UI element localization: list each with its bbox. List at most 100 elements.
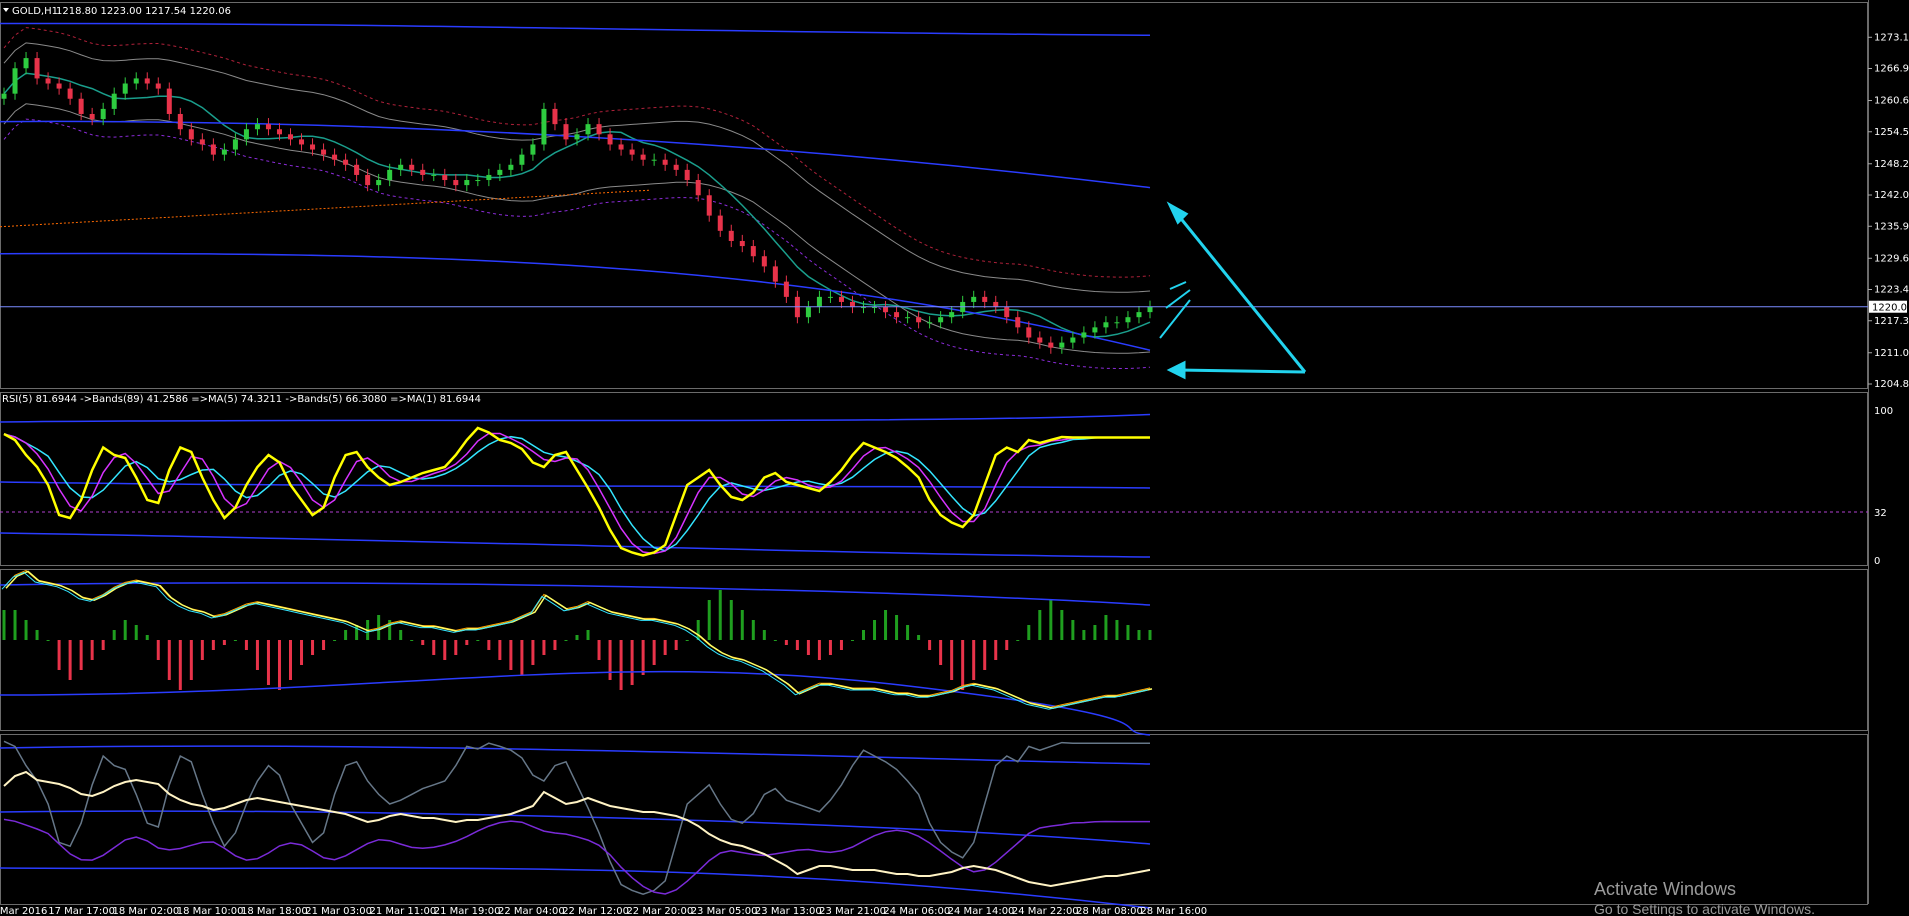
x-tick-label: 22 Mar 20:00 (626, 906, 693, 916)
macd-bar (873, 620, 877, 640)
candle-body (750, 246, 756, 257)
candle-body (276, 129, 282, 135)
candle-body (177, 113, 183, 130)
macd-bar (1016, 640, 1020, 641)
watermark-line1: Activate Windows (1594, 879, 1736, 899)
candle-body (420, 169, 426, 175)
macd-bar (255, 640, 259, 670)
macd-bar (1038, 610, 1042, 640)
macd-bar (862, 630, 865, 640)
macd-bar (498, 640, 502, 660)
macd-bar (476, 640, 480, 641)
candle-body (155, 83, 161, 89)
candle-body (288, 134, 293, 140)
macd-bar (355, 625, 359, 640)
macd-bar (233, 640, 237, 641)
candle-body (717, 215, 723, 231)
macd-bar (222, 640, 226, 645)
price-tick-label: 1248.20 (1874, 159, 1909, 170)
candle-body (673, 164, 679, 170)
candle-body (243, 129, 249, 140)
x-tick-label: 24 Mar 14:00 (948, 906, 1015, 916)
rsi-tick-label: 32 (1874, 508, 1887, 519)
candle-body (442, 174, 448, 181)
x-tick-label: 28 Mar 16:00 (1140, 906, 1207, 916)
macd-bar (24, 620, 28, 640)
macd-bar (1126, 625, 1130, 640)
candle-body (1103, 322, 1109, 328)
candle-body (45, 78, 51, 84)
candle-body (343, 159, 349, 165)
macd-bar (46, 640, 50, 641)
price-tick-label: 1273.10 (1874, 32, 1909, 43)
candle-body (1081, 332, 1087, 338)
x-tick-label: 21 Mar 19:00 (434, 906, 501, 916)
price-tick-label: 1242.05 (1874, 190, 1909, 201)
macd-bar (707, 600, 711, 640)
candle-body (453, 180, 459, 186)
macd-bar (906, 625, 910, 640)
candle-body (1125, 317, 1131, 323)
candle-body (596, 124, 602, 135)
price-tick-label: 1254.50 (1874, 127, 1909, 138)
candle-body (1, 93, 7, 99)
candle-body (354, 164, 360, 175)
macd-bar (244, 640, 248, 650)
candle-body (122, 83, 128, 94)
candle-body (552, 108, 558, 125)
macd-bar (57, 640, 61, 670)
candle-body (640, 154, 646, 160)
candle-body (188, 129, 194, 140)
macd-bar (156, 640, 160, 660)
symbol-label: GOLD,H1 (12, 6, 58, 17)
macd-bar (1148, 630, 1152, 640)
macd-bar (90, 640, 94, 660)
watermark-line2: Go to Settings to activate Windows. (1594, 901, 1815, 916)
macd-bar (134, 625, 138, 640)
candle-body (508, 164, 514, 170)
macd-bar (652, 640, 656, 665)
macd-bar (68, 640, 72, 680)
price-tick-label: 1204.85 (1874, 379, 1909, 390)
macd-bar (520, 640, 524, 675)
candle-body (905, 317, 911, 319)
candle-body (1070, 337, 1076, 343)
candle-body (838, 296, 844, 302)
price-tick-label: 1211.00 (1874, 348, 1909, 359)
macd-bar (399, 630, 403, 640)
candle-body (1037, 337, 1043, 343)
macd-bar (145, 635, 149, 640)
candle-body (387, 169, 393, 181)
macd-bar (277, 640, 281, 690)
macd-bar (410, 640, 414, 641)
macd-bar (211, 640, 215, 650)
candle-body (100, 108, 106, 120)
macd-bar (13, 610, 17, 640)
macd-bar (200, 640, 204, 660)
candle-body (519, 154, 525, 165)
candle-body (133, 78, 139, 84)
candle-body (916, 317, 922, 323)
candle-body (761, 256, 767, 267)
candle-body (563, 124, 569, 140)
candle-body (210, 144, 216, 155)
macd-bar (531, 640, 535, 665)
macd-bar (465, 640, 469, 645)
candle-body (67, 88, 73, 99)
candle-body (497, 169, 503, 175)
candle-body (1026, 327, 1032, 338)
candle-body (982, 296, 988, 302)
macd-bar (575, 635, 579, 640)
macd-bar (167, 640, 171, 680)
x-tick-label: 23 Mar 13:00 (755, 906, 822, 916)
candle-body (299, 139, 305, 145)
macd-bar (718, 590, 722, 640)
candle-body (1136, 312, 1142, 318)
chart-root: GOLD,H1 1218.80 1223.00 1217.54 1220.06 … (0, 0, 1909, 916)
x-tick-label: 18 Mar 10:00 (177, 906, 244, 916)
candle-body (541, 108, 547, 145)
macd-bar (311, 640, 315, 655)
macd-bar (839, 640, 843, 650)
macd-bar (1082, 630, 1086, 640)
x-tick-label: 28 Mar 08:00 (1076, 906, 1143, 916)
